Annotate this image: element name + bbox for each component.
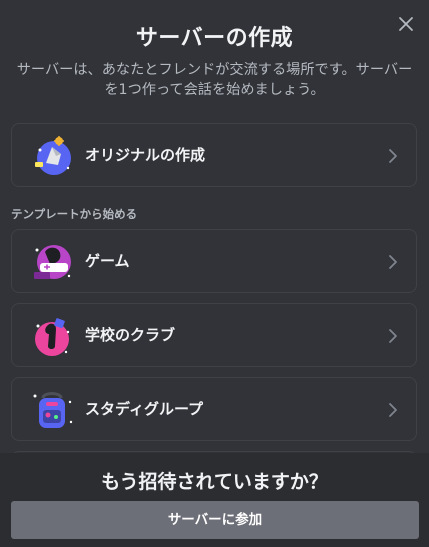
modal-subtitle: サーバーは、あなたとフレンドが交流する場所です。サーバーを1つ作って会話を始めま… bbox=[16, 62, 413, 98]
templates-section-label: テンプレートから始める bbox=[11, 207, 138, 221]
create-own-label: オリジナルの作成 bbox=[85, 146, 206, 164]
create-own-server-icon bbox=[35, 136, 71, 175]
template-study-group-label: スタディグループ bbox=[85, 400, 204, 418]
study-group-template-icon bbox=[33, 392, 73, 428]
template-school-club-label: 学校のクラブ bbox=[85, 326, 176, 344]
template-study-group-button[interactable]: スタディグループ bbox=[11, 377, 417, 441]
chevron-right-icon bbox=[389, 149, 397, 163]
template-gaming-button[interactable]: ゲーム bbox=[11, 229, 417, 293]
create-server-modal: サーバーの作成 サーバーは、あなたとフレンドが交流する場所です。サーバーを1つ作… bbox=[0, 0, 429, 547]
modal-title: サーバーの作成 bbox=[135, 26, 294, 51]
footer-title: もう招待されていますか？ bbox=[101, 471, 328, 493]
modal-footer: もう招待されていますか？ サーバーに参加 bbox=[0, 453, 429, 547]
gaming-template-icon bbox=[34, 245, 71, 279]
join-server-button[interactable]: サーバーに参加 bbox=[11, 501, 419, 539]
chevron-right-icon bbox=[389, 329, 397, 343]
create-own-button[interactable]: オリジナルの作成 bbox=[11, 123, 417, 187]
chevron-right-icon bbox=[389, 255, 397, 269]
school-club-template-icon bbox=[35, 318, 70, 356]
chevron-right-icon bbox=[389, 403, 397, 417]
template-school-club-button[interactable]: 学校のクラブ bbox=[11, 303, 417, 367]
template-gaming-label: ゲーム bbox=[85, 252, 130, 270]
